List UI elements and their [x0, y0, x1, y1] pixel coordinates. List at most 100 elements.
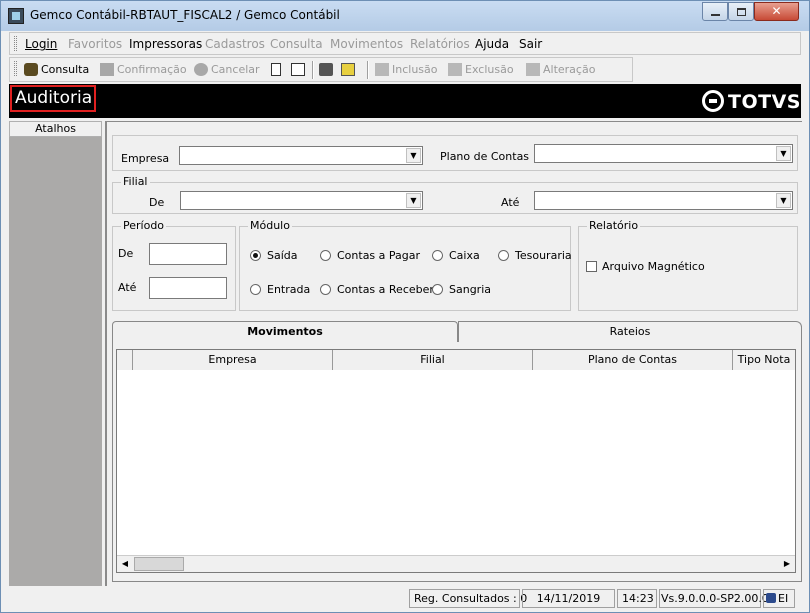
close-button[interactable]: ✕: [754, 2, 799, 21]
radio-icon: [320, 250, 331, 261]
grid-col-tipo-nota[interactable]: Tipo Nota: [733, 350, 795, 370]
grid-header: Empresa Filial Plano de Contas Tipo Nota: [117, 350, 795, 370]
status-bar: Reg. Consultados : 0 14/11/2019 14:23 Vs…: [9, 588, 801, 609]
radio-entrada[interactable]: Entrada: [250, 283, 310, 296]
radio-entrada-label: Entrada: [267, 283, 311, 296]
consulta-label: Consulta: [41, 63, 90, 76]
delete-record-icon: [448, 63, 462, 76]
toolbar-grip: [14, 61, 17, 76]
totvs-logo-text: TOTVS: [728, 91, 801, 113]
periodo-group: Período De Até: [112, 219, 236, 311]
filial-ate-label: Até: [501, 196, 520, 209]
new-document-icon: [271, 63, 281, 76]
radio-saida-label: Saída: [267, 249, 298, 262]
tab-rateios[interactable]: Rateios: [458, 321, 802, 342]
radio-sangria[interactable]: Sangria: [432, 283, 491, 296]
radio-tesouraria-label: Tesouraria: [515, 249, 572, 262]
radio-saida[interactable]: Saída: [250, 249, 298, 262]
tab-movimentos[interactable]: Movimentos: [112, 321, 458, 342]
edit-record-icon: [526, 63, 540, 76]
chevron-down-icon[interactable]: ▼: [776, 193, 791, 208]
sidebar-header-atalhos[interactable]: Atalhos: [9, 121, 102, 137]
totvs-logo-icon: [702, 90, 725, 112]
consulta-button[interactable]: Consulta: [24, 63, 89, 76]
open-document-button[interactable]: [291, 63, 308, 76]
periodo-ate-input[interactable]: [149, 277, 227, 299]
filial-legend: Filial: [121, 175, 150, 188]
menu-consulta[interactable]: Consulta: [270, 37, 323, 51]
grid-col-empresa[interactable]: Empresa: [133, 350, 333, 370]
radio-contas-pagar[interactable]: Contas a Pagar: [320, 249, 420, 262]
confirmacao-label: Confirmação: [117, 63, 187, 76]
radio-contas-pagar-label: Contas a Pagar: [337, 249, 421, 262]
radio-contas-receber-label: Contas a Receber: [337, 283, 434, 296]
radio-icon: [432, 284, 443, 295]
new-document-button[interactable]: [271, 63, 284, 76]
menu-ajuda[interactable]: Ajuda: [475, 37, 509, 51]
arquivo-magnetico-checkbox[interactable]: Arquivo Magnético: [586, 260, 705, 273]
status-version: Vs.9.0.0.0-SP2.00.0: [659, 589, 769, 608]
cancelar-button[interactable]: Cancelar: [194, 63, 260, 76]
exclusao-button[interactable]: Exclusão: [448, 63, 514, 76]
chevron-down-icon[interactable]: ▼: [406, 193, 421, 208]
scroll-right-icon[interactable]: ▶: [779, 556, 795, 572]
title-bar: Gemco Contábil-RBTAUT_FISCAL2 / Gemco Co…: [1, 1, 809, 31]
relatorio-legend: Relatório: [587, 219, 641, 232]
menu-cadastros[interactable]: Cadastros: [205, 37, 265, 51]
cancel-icon: [194, 63, 208, 76]
filial-group: Filial De ▼ Até ▼: [112, 175, 798, 214]
close-icon: ✕: [771, 4, 782, 18]
chevron-down-icon[interactable]: ▼: [776, 146, 791, 161]
toolbar-separator: [312, 61, 314, 79]
save-icon: [100, 63, 114, 76]
menu-bar: Login Favoritos Impressoras Cadastros Co…: [9, 32, 801, 55]
header-banner: Auditoria TOTVS: [9, 84, 801, 118]
radio-selected-icon: [250, 250, 261, 261]
scroll-left-icon[interactable]: ◀: [117, 556, 133, 572]
scrollbar-thumb[interactable]: [134, 557, 184, 571]
alteracao-button[interactable]: Alteração: [526, 63, 595, 76]
periodo-ate-label: Até: [118, 281, 137, 294]
screen-title: Auditoria: [10, 85, 96, 112]
empresa-group: Empresa ▼ Plano de Contas ▼: [112, 135, 798, 171]
grid-col-plano-contas[interactable]: Plano de Contas: [533, 350, 733, 370]
radio-contas-receber[interactable]: Contas a Receber: [320, 283, 434, 296]
radio-icon: [250, 284, 261, 295]
modulo-legend: Módulo: [248, 219, 292, 232]
grid-col-filial[interactable]: Filial: [333, 350, 533, 370]
confirmacao-button[interactable]: Confirmação: [100, 63, 187, 76]
minimize-button[interactable]: [702, 2, 728, 21]
plano-contas-combo[interactable]: ▼: [534, 144, 793, 163]
menu-login[interactable]: Login: [25, 37, 57, 51]
horizontal-scrollbar[interactable]: ◀ ▶: [117, 555, 795, 572]
minimize-icon: [711, 14, 720, 16]
network-icon: [766, 593, 776, 603]
status-date: 14/11/2019: [522, 589, 615, 608]
empresa-combo[interactable]: ▼: [179, 146, 423, 165]
filial-de-combo[interactable]: ▼: [180, 191, 423, 210]
cancelar-label: Cancelar: [211, 63, 260, 76]
menu-sair[interactable]: Sair: [519, 37, 542, 51]
periodo-de-input[interactable]: [149, 243, 227, 265]
menu-grip: [14, 36, 17, 51]
relatorio-group: Relatório Arquivo Magnético: [578, 219, 798, 311]
print-preview-button[interactable]: [341, 63, 358, 76]
maximize-button[interactable]: [728, 2, 754, 21]
grid-row-selector-header: [117, 350, 133, 370]
menu-favoritos[interactable]: Favoritos: [68, 37, 122, 51]
open-document-icon: [291, 63, 305, 76]
periodo-de-label: De: [118, 247, 134, 260]
filial-ate-combo[interactable]: ▼: [534, 191, 793, 210]
radio-caixa[interactable]: Caixa: [432, 249, 480, 262]
inclusao-button[interactable]: Inclusão: [375, 63, 438, 76]
menu-movimentos[interactable]: Movimentos: [330, 37, 403, 51]
radio-tesouraria[interactable]: Tesouraria: [498, 249, 572, 262]
menu-impressoras[interactable]: Impressoras: [129, 37, 202, 51]
modulo-group: Módulo Saída Contas a Pagar Caixa Tesour…: [239, 219, 572, 311]
sidebar: Atalhos: [9, 121, 102, 586]
menu-relatorios[interactable]: Relatórios: [410, 37, 470, 51]
exclusao-label: Exclusão: [465, 63, 514, 76]
app-window: Gemco Contábil-RBTAUT_FISCAL2 / Gemco Co…: [0, 0, 810, 613]
chevron-down-icon[interactable]: ▼: [406, 148, 421, 163]
print-button[interactable]: [319, 63, 336, 76]
